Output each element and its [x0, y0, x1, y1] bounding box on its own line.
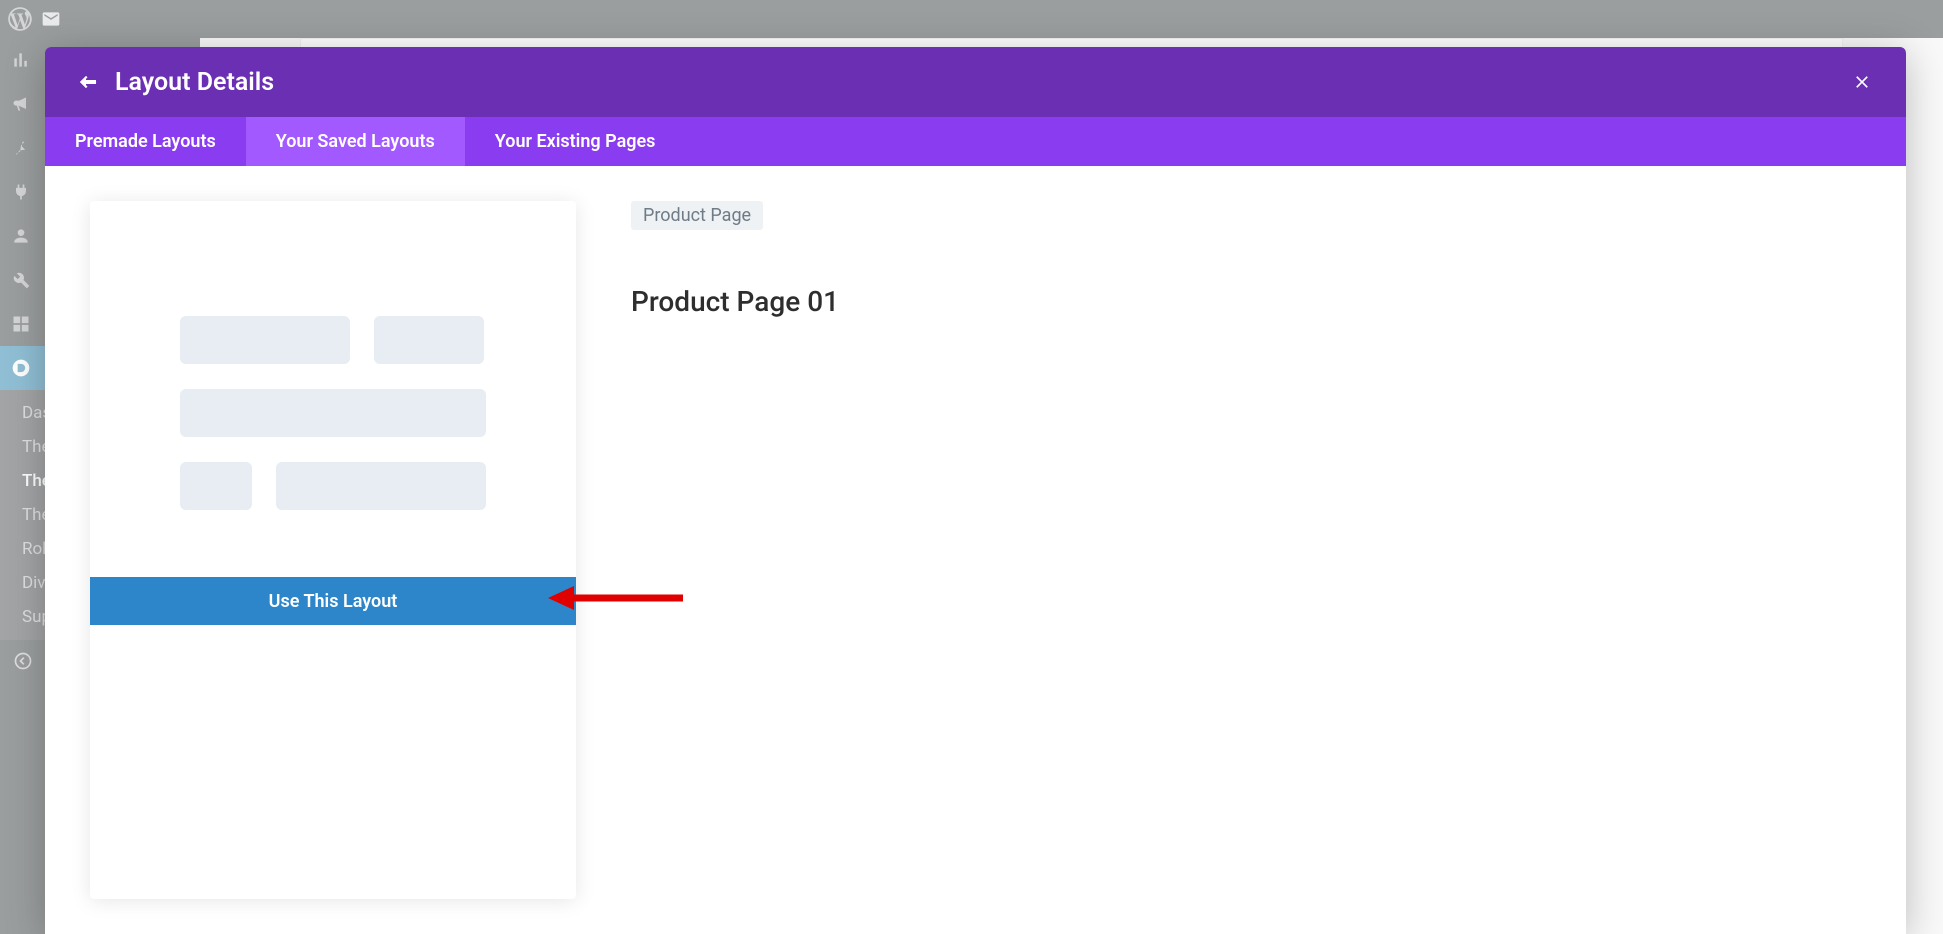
wp-admin-bar: [0, 0, 1943, 38]
collapse-icon: [12, 650, 34, 672]
layout-preview-card: Use This Layout: [90, 201, 576, 899]
wrench-icon: [10, 269, 32, 291]
layout-category-tag[interactable]: Product Page: [631, 201, 763, 230]
modal-tabs: Premade Layouts Your Saved Layouts Your …: [45, 117, 1906, 166]
tab-your-existing-pages[interactable]: Your Existing Pages: [465, 117, 686, 166]
modal-header: Layout Details: [45, 47, 1906, 117]
modal-body: Use This Layout Product Page Product Pag…: [45, 166, 1906, 934]
close-icon: [1852, 72, 1872, 92]
skeleton-preview: [180, 316, 486, 510]
plug-icon: [10, 181, 32, 203]
layout-preview-thumbnail: [90, 201, 576, 577]
divi-icon: [10, 357, 32, 379]
back-button[interactable]: [75, 69, 101, 95]
user-icon: [10, 225, 32, 247]
modal-title: Layout Details: [115, 68, 274, 97]
tab-premade-layouts[interactable]: Premade Layouts: [45, 117, 246, 166]
layout-title: Product Page 01: [631, 285, 1861, 318]
wordpress-logo-icon[interactable]: [8, 7, 32, 31]
layout-details-column: Product Page Product Page 01: [631, 201, 1861, 899]
back-arrow-icon: [76, 70, 100, 94]
tab-your-saved-layouts[interactable]: Your Saved Layouts: [246, 117, 465, 166]
close-button[interactable]: [1848, 68, 1876, 96]
megaphone-icon: [10, 93, 32, 115]
pin-icon: [10, 137, 32, 159]
mail-icon[interactable]: [40, 8, 62, 30]
layout-details-modal: Layout Details Premade Layouts Your Save…: [45, 47, 1906, 934]
stats-icon: [10, 49, 32, 71]
use-this-layout-button[interactable]: Use This Layout: [90, 577, 576, 625]
grid-icon: [10, 313, 32, 335]
